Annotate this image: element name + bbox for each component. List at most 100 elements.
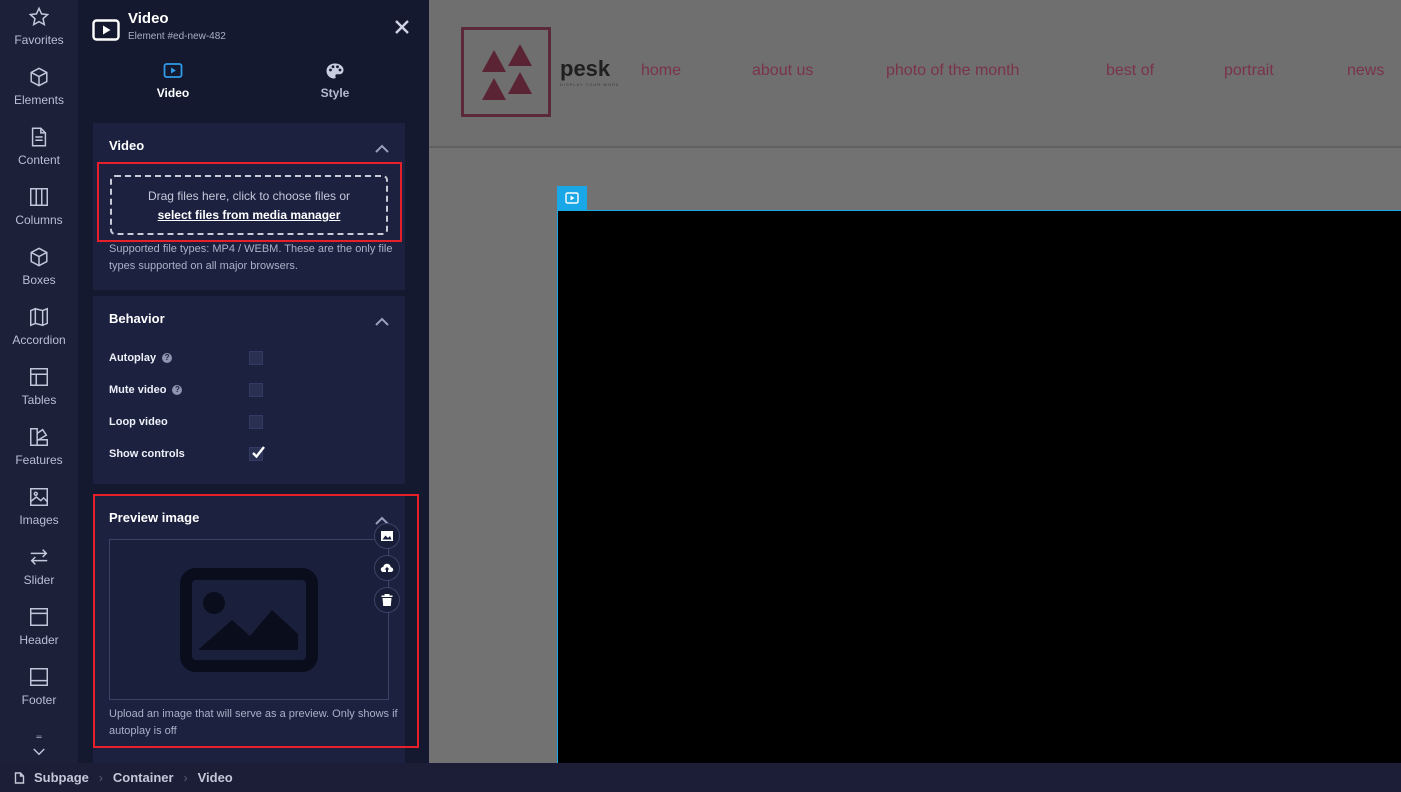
mute-video-option: Mute video ? (109, 380, 379, 400)
video-dropzone[interactable]: Drag files here, click to choose files o… (110, 175, 388, 235)
upload-image-button[interactable] (374, 555, 400, 581)
tab-label: Video (156, 86, 190, 100)
site-tagline: DISPLAY YOUR WORK (560, 82, 620, 87)
rail-item-accordion[interactable]: Accordion (0, 300, 78, 360)
breadcrumb-item-container[interactable]: Container (113, 770, 174, 785)
header-icon (30, 608, 48, 626)
nav-link-photo-of-the-month[interactable]: photo of the month (886, 62, 1019, 80)
breadcrumb-item-video[interactable]: Video (198, 770, 233, 785)
supported-types-help: Supported file types: MP4 / WEBM. These … (109, 243, 393, 272)
option-label: Loop video (109, 416, 168, 428)
rail-item-slider[interactable]: Slider (0, 540, 78, 600)
rail-item-favorites[interactable]: Favorites (0, 0, 78, 60)
show-controls-checkbox[interactable] (249, 446, 265, 461)
page-canvas: pesk DISPLAY YOUR WORK home about us pho… (429, 0, 1401, 763)
nav-link-home[interactable]: home (641, 62, 681, 80)
collapse-behavior-section-button[interactable] (375, 314, 389, 326)
help-icon[interactable]: ? (162, 353, 173, 363)
rail-item-features[interactable]: Features (0, 420, 78, 480)
rail-item-label: Images (19, 513, 59, 527)
nav-link-best-of[interactable]: best of (1106, 62, 1154, 80)
site-brand: pesk (560, 56, 611, 81)
media-manager-link[interactable]: select files from media manager (112, 208, 386, 222)
rail-item-content[interactable]: Content (0, 120, 78, 180)
image-library-icon (381, 531, 393, 541)
rail-item-images[interactable]: Images (0, 480, 78, 540)
close-icon (395, 20, 409, 34)
star-icon (28, 6, 50, 27)
preview-image-placeholder[interactable] (109, 539, 389, 700)
rail-item-label: Features (15, 453, 63, 467)
choose-image-button[interactable] (374, 523, 400, 549)
section-heading: Preview image (109, 510, 200, 525)
features-icon (30, 428, 48, 446)
app-root: Favorites Elements Content Columns Boxes… (0, 0, 1401, 792)
tab-label: Style (320, 86, 350, 100)
delete-image-button[interactable] (374, 587, 400, 613)
rail-item-label: Accordion (12, 333, 66, 347)
accordion-icon (30, 307, 48, 327)
nav-link-news[interactable]: news (1347, 62, 1384, 80)
rail-item-label: Boxes (22, 273, 56, 287)
rail-item-elements[interactable]: Elements (0, 60, 78, 120)
loop-video-option: Loop video (109, 412, 379, 432)
cube-icon (30, 67, 48, 87)
site-logo (461, 27, 551, 117)
element-rail: Favorites Elements Content Columns Boxes… (0, 0, 78, 763)
section-heading: Behavior (109, 311, 165, 326)
panel-header: Video Element #ed-new-482 (92, 10, 226, 42)
option-label: Show controls (109, 448, 185, 460)
close-panel-button[interactable] (395, 20, 413, 38)
rail-item-tables[interactable]: Tables (0, 360, 78, 420)
video-tab-icon (163, 63, 183, 78)
breadcrumb-item-subpage[interactable]: Subpage (34, 770, 89, 785)
table-icon (30, 368, 48, 386)
collapse-video-section-button[interactable] (375, 141, 389, 153)
rail-item-label: Footer (21, 693, 57, 707)
cloud-upload-icon (380, 563, 394, 572)
autoplay-option: Autoplay ? (109, 348, 379, 368)
nav-link-about-us[interactable]: about us (752, 62, 813, 80)
palette-icon (326, 63, 344, 79)
show-controls-option: Show controls (109, 444, 379, 464)
video-element[interactable] (557, 210, 1401, 763)
chevron-up-icon (375, 144, 389, 153)
dropzone-text: Drag files here, click to choose files o… (147, 189, 351, 203)
rail-item-label: Header (19, 633, 59, 647)
rail-item-footer[interactable]: Footer (0, 660, 78, 720)
rail-item-label: Content (17, 153, 61, 167)
element-id: Element #ed-new-482 (128, 31, 226, 42)
trash-icon (381, 594, 393, 606)
mute-video-checkbox[interactable] (249, 383, 263, 397)
tab-video[interactable]: Video (92, 62, 254, 112)
autoplay-checkbox[interactable] (249, 351, 263, 365)
section-heading: Video (109, 138, 145, 153)
preview-image-section: Preview image Upload an image that will … (93, 495, 405, 763)
collapse-preview-section-button[interactable] (375, 513, 389, 525)
checkmark-icon (252, 446, 265, 459)
rail-item-label: Favorites (14, 33, 64, 47)
page-icon (14, 771, 25, 784)
rail-item-boxes[interactable]: Boxes (0, 240, 78, 300)
rail-item-columns[interactable]: Columns (0, 180, 78, 240)
preview-image-help: Upload an image that will serve as a pre… (109, 708, 398, 737)
nav-link-portrait[interactable]: portrait (1224, 62, 1274, 80)
video-player-icon (92, 19, 120, 41)
element-settings-panel: Video Element #ed-new-482 Video Style Vi… (78, 0, 429, 763)
site-header: pesk DISPLAY YOUR WORK home about us pho… (429, 0, 1401, 148)
footer-icon (30, 668, 48, 686)
option-label: Mute video (109, 384, 167, 396)
video-source-section: Video Drag files here, click to choose f… (93, 123, 405, 290)
box-icon (30, 247, 48, 267)
video-element-handle[interactable] (557, 186, 587, 210)
loop-video-checkbox[interactable] (249, 415, 263, 429)
breadcrumb: Subpage › Container › Video (0, 763, 1401, 792)
document-icon (31, 127, 47, 147)
breadcrumb-separator: › (98, 770, 103, 785)
image-placeholder-icon (180, 568, 318, 672)
tab-style[interactable]: Style (254, 62, 416, 112)
help-icon[interactable]: ? (172, 385, 183, 395)
rail-item-header[interactable]: Header (0, 600, 78, 660)
panel-title: Video (128, 10, 169, 27)
rail-scroll-more[interactable] (0, 735, 78, 761)
